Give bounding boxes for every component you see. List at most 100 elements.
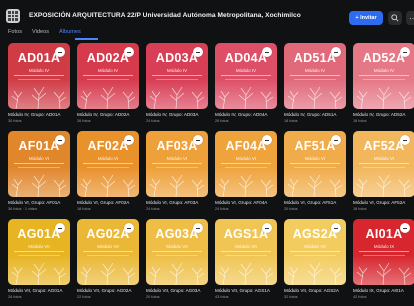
album-card[interactable]: AG03A Módulo VII (146, 219, 208, 285)
album-title[interactable]: Módulo VI, Grupo: AF51A (284, 200, 348, 205)
album-title[interactable]: Módulo VI, Grupo: AF04A (215, 200, 279, 205)
album-title[interactable]: Módulo IV, Grupo: AD51A (284, 112, 348, 117)
album-options-icon[interactable] (262, 47, 272, 57)
divider (294, 255, 336, 256)
album-options-icon[interactable] (400, 135, 410, 145)
album-module: Módulo VII (97, 244, 119, 249)
tree-illustration-icon (287, 174, 343, 197)
tree-illustration-icon (287, 86, 343, 109)
divider (18, 255, 60, 256)
album-title[interactable]: Módulo VII, Grupo: AG01A (8, 288, 72, 293)
album-title[interactable]: Módulo IV, Grupo: AD02A (77, 112, 141, 117)
more-button[interactable]: ⋯ (406, 11, 414, 25)
album-options-icon[interactable] (193, 135, 203, 145)
album-card[interactable]: AI01A Módulo IX (353, 219, 414, 285)
app-logo-icon (6, 9, 20, 23)
divider (290, 251, 340, 252)
tree-illustration-icon (218, 262, 274, 285)
album-card[interactable]: AG01A Módulo VII (8, 219, 70, 285)
divider (294, 167, 336, 168)
divider (294, 79, 336, 80)
album-options-icon[interactable] (193, 223, 203, 233)
album-options-icon[interactable] (262, 135, 272, 145)
album-options-icon[interactable] (400, 223, 410, 233)
album-options-icon[interactable] (262, 223, 272, 233)
album-title[interactable]: Módulo IV, Grupo: AD52A (353, 112, 414, 117)
tab-albumes[interactable]: Álbumes (59, 29, 81, 35)
album-card[interactable]: AD52A Módulo IV (353, 43, 414, 109)
album-card[interactable]: AF52A Módulo VI (353, 131, 414, 197)
divider (83, 251, 133, 252)
album-item-count: 42 fotos (353, 295, 367, 299)
album-card[interactable]: AGS2A Módulo VII (284, 219, 346, 285)
album-card[interactable]: AF51A Módulo VI (284, 131, 346, 197)
divider (152, 75, 202, 76)
divider (87, 79, 129, 80)
album-title[interactable]: Módulo VI, Grupo: AF03A (146, 200, 210, 205)
tree-illustration-icon (80, 86, 136, 109)
album-card[interactable]: AD03A Módulo IV (146, 43, 208, 109)
album-title[interactable]: Módulo VI, Grupo: AF01A (8, 200, 72, 205)
album-options-icon[interactable] (193, 47, 203, 57)
tab-bar: Fotos Videos Álbumes (8, 29, 81, 35)
album-card[interactable]: AG02A Módulo VII (77, 219, 139, 285)
tree-illustration-icon (356, 174, 412, 197)
album-title[interactable]: Módulo VII, Grupo: AG02A (77, 288, 141, 293)
album-options-icon[interactable] (55, 135, 65, 145)
album-options-icon[interactable] (124, 135, 134, 145)
album-options-icon[interactable] (331, 135, 341, 145)
album-options-icon[interactable] (124, 223, 134, 233)
invite-button[interactable]: + Invitar (349, 11, 383, 25)
divider (156, 167, 198, 168)
album-card[interactable]: AD04A Módulo IV (215, 43, 277, 109)
search-button[interactable] (388, 11, 402, 25)
active-tab-indicator (75, 38, 98, 40)
album-title[interactable]: Módulo VI, Grupo: AF52A (353, 200, 414, 205)
tree-illustration-icon (11, 86, 67, 109)
divider (152, 163, 202, 164)
album-card[interactable]: AF03A Módulo VI (146, 131, 208, 197)
album-card[interactable]: AF02A Módulo VI (77, 131, 139, 197)
album-title[interactable]: Módulo VII, Grupo: AGS1A (215, 288, 279, 293)
tree-illustration-icon (356, 86, 412, 109)
album-title[interactable]: Módulo IX, Grupo: AI01A (353, 288, 414, 293)
album-options-icon[interactable] (55, 223, 65, 233)
more-icon: ⋯ (409, 13, 414, 23)
divider (290, 163, 340, 164)
album-title[interactable]: Módulo IV, Grupo: AD03A (146, 112, 210, 117)
tree-illustration-icon (287, 262, 343, 285)
album-title[interactable]: Módulo IV, Grupo: AD04A (215, 112, 279, 117)
album-options-icon[interactable] (124, 47, 134, 57)
album-module: Módulo VII (235, 244, 257, 249)
divider (225, 167, 267, 168)
album-module: Módulo IV (28, 68, 50, 73)
album-options-icon[interactable] (400, 47, 410, 57)
album-title[interactable]: Módulo IV, Grupo: AD01A (8, 112, 72, 117)
album-item-count: 32 fotos (284, 295, 298, 299)
album-card[interactable]: AD02A Módulo IV (77, 43, 139, 109)
album-card[interactable]: AGS1A Módulo VII (215, 219, 277, 285)
album-card[interactable]: AD01A Módulo IV (8, 43, 70, 109)
album-card[interactable]: AD51A Módulo IV (284, 43, 346, 109)
divider (290, 75, 340, 76)
album-title[interactable]: Módulo VII, Grupo: AGS2A (284, 288, 348, 293)
page-title: EXPOSICIÓN ARQUITECTURA 22/P Universidad… (29, 12, 301, 19)
album-card[interactable]: AF04A Módulo VI (215, 131, 277, 197)
album-module: Módulo VI (304, 156, 326, 161)
album-options-icon[interactable] (55, 47, 65, 57)
album-options-icon[interactable] (331, 47, 341, 57)
album-card[interactable]: AF01A Módulo VI (8, 131, 70, 197)
album-title[interactable]: Módulo VII, Grupo: AG03A (146, 288, 210, 293)
tree-illustration-icon (356, 262, 412, 285)
album-module: Módulo VII (166, 244, 188, 249)
tab-videos[interactable]: Videos (32, 29, 49, 35)
album-module: Módulo IV (373, 68, 395, 73)
divider (225, 255, 267, 256)
tree-illustration-icon (80, 174, 136, 197)
album-options-icon[interactable] (331, 223, 341, 233)
tree-illustration-icon (80, 262, 136, 285)
divider (225, 79, 267, 80)
album-title[interactable]: Módulo VI, Grupo: AF02A (77, 200, 141, 205)
album-module: Módulo IV (97, 68, 119, 73)
tab-fotos[interactable]: Fotos (8, 29, 22, 35)
